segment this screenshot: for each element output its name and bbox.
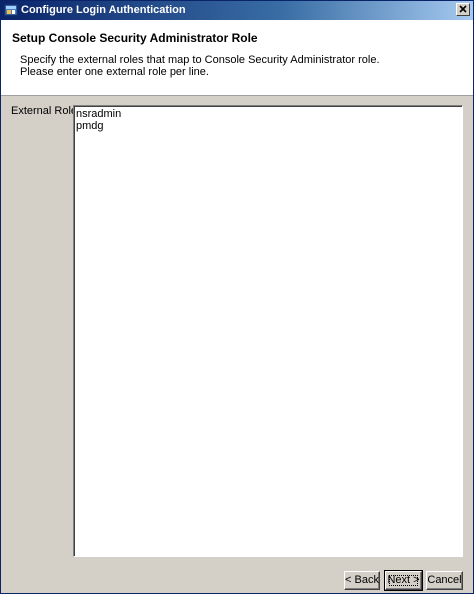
close-button[interactable] <box>456 3 470 16</box>
role-entry: nsradmin <box>76 108 122 120</box>
page-description: Specify the external roles that map to C… <box>20 54 380 78</box>
wizard-body: External Roles: nsradmin pmdg < Back Nex… <box>1 96 473 593</box>
next-button[interactable]: Next > <box>384 570 423 591</box>
description-line: Please enter one external role per line. <box>20 66 209 78</box>
back-button[interactable]: < Back <box>344 571 380 590</box>
app-window-icon <box>4 3 18 17</box>
title-bar[interactable]: Configure Login Authentication <box>1 1 473 20</box>
role-entry: pmdg <box>76 120 104 132</box>
cancel-button[interactable]: Cancel <box>426 571 463 590</box>
dialog-window: Configure Login Authentication Setup Con… <box>0 0 474 594</box>
description-line: Specify the external roles that map to C… <box>20 54 380 66</box>
window-title: Configure Login Authentication <box>21 4 186 16</box>
close-icon <box>459 5 467 13</box>
page-title: Setup Console Security Administrator Rol… <box>12 31 258 45</box>
external-roles-textarea[interactable]: nsradmin pmdg <box>73 105 463 557</box>
button-bar: < Back Next > Cancel <box>1 570 473 593</box>
focus-rectangle <box>389 575 418 586</box>
wizard-header: Setup Console Security Administrator Rol… <box>1 20 473 96</box>
